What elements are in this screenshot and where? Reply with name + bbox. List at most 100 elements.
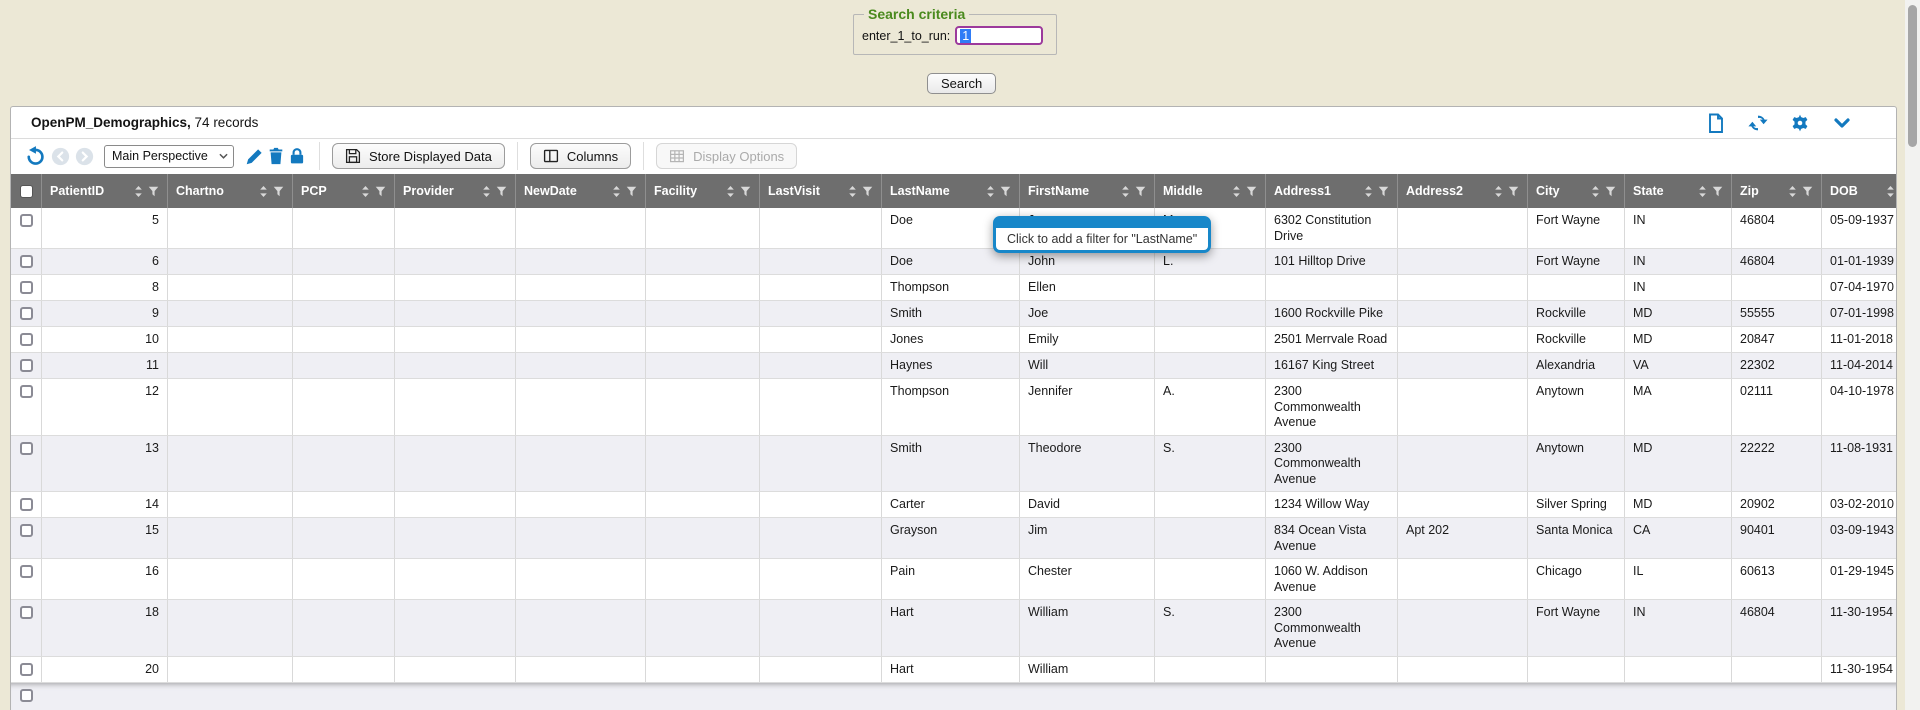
new-document-icon[interactable] (1706, 113, 1726, 133)
filter-icon[interactable] (1378, 186, 1389, 197)
filter-icon[interactable] (1000, 186, 1011, 197)
filter-icon[interactable] (862, 186, 873, 197)
sort-icon[interactable] (259, 186, 268, 197)
sort-icon[interactable] (848, 186, 857, 197)
sort-icon[interactable] (1591, 186, 1600, 197)
column-header-address2[interactable]: Address2 (1398, 174, 1528, 208)
table-row[interactable]: 10JonesEmily2501 Merrvale RoadRockvilleM… (11, 327, 1897, 353)
filter-icon[interactable] (1246, 186, 1257, 197)
table-row[interactable]: 8ThompsonEllenIN07-04-1970 (11, 275, 1897, 301)
column-header-lastname[interactable]: LastName (882, 174, 1020, 208)
sort-icon[interactable] (1364, 186, 1373, 197)
toolbar-separator (517, 142, 518, 170)
cell-zip (1732, 657, 1822, 682)
row-checkbox[interactable] (20, 359, 33, 372)
filter-icon[interactable] (273, 186, 284, 197)
column-header-state[interactable]: State (1625, 174, 1732, 208)
collapse-panel-icon[interactable] (1832, 113, 1852, 133)
sort-icon[interactable] (1788, 186, 1797, 197)
trash-icon[interactable] (265, 146, 286, 167)
filter-icon[interactable] (1712, 186, 1723, 197)
vertical-scrollbar[interactable] (1905, 0, 1920, 710)
column-header-pcp[interactable]: PCP (293, 174, 395, 208)
table-row[interactable]: 14CarterDavid1234 Willow WaySilver Sprin… (11, 492, 1897, 518)
column-header-dob[interactable]: DOB (1822, 174, 1897, 208)
table-row-partial[interactable] (11, 683, 1897, 710)
column-header-middle[interactable]: Middle (1155, 174, 1266, 208)
sort-icon[interactable] (361, 186, 370, 197)
filter-icon[interactable] (626, 186, 637, 197)
next-perspective-icon[interactable] (75, 147, 94, 166)
row-checkbox[interactable] (20, 524, 33, 537)
sort-icon[interactable] (726, 186, 735, 197)
sort-icon[interactable] (986, 186, 995, 197)
previous-perspective-icon[interactable] (51, 147, 70, 166)
row-checkbox[interactable] (20, 565, 33, 578)
select-all-checkbox[interactable] (20, 185, 33, 198)
row-checkbox[interactable] (20, 333, 33, 346)
filter-icon[interactable] (496, 186, 507, 197)
sort-icon[interactable] (482, 186, 491, 197)
scrollbar-thumb[interactable] (1908, 5, 1917, 147)
table-row[interactable]: 16PainChester1060 W. Addison AvenueChica… (11, 559, 1897, 600)
search-input[interactable]: 1 (955, 26, 1043, 45)
row-checkbox[interactable] (20, 498, 33, 511)
column-header-city[interactable]: City (1528, 174, 1625, 208)
filter-icon[interactable] (1605, 186, 1616, 197)
sort-icon[interactable] (1232, 186, 1241, 197)
cell-pcp (293, 327, 395, 352)
row-checkbox[interactable] (20, 385, 33, 398)
sort-icon[interactable] (134, 186, 143, 197)
sort-icon[interactable] (1121, 186, 1130, 197)
cell-provider (395, 301, 516, 326)
filter-icon[interactable] (1135, 186, 1146, 197)
sort-icon[interactable] (1886, 186, 1895, 197)
column-header-chartno[interactable]: Chartno (168, 174, 293, 208)
filter-icon[interactable] (1802, 186, 1813, 197)
column-header-firstname[interactable]: FirstName (1020, 174, 1155, 208)
pencil-icon[interactable] (244, 146, 265, 167)
filter-icon[interactable] (148, 186, 159, 197)
row-checkbox[interactable] (20, 606, 33, 619)
filter-icon[interactable] (375, 186, 386, 197)
table-row[interactable]: 9SmithJoe1600 Rockville PikeRockvilleMD5… (11, 301, 1897, 327)
row-checkbox[interactable] (20, 307, 33, 320)
undo-icon[interactable] (25, 146, 46, 167)
table-row[interactable]: 6DoeJohnL.101 Hilltop DriveFort WayneIN4… (11, 249, 1897, 275)
row-checkbox[interactable] (20, 214, 33, 227)
column-header-patientid[interactable]: PatientID (42, 174, 168, 208)
refresh-icon[interactable] (1748, 113, 1768, 133)
lock-icon[interactable] (286, 146, 307, 167)
column-header-newdate[interactable]: NewDate (516, 174, 646, 208)
filter-icon[interactable] (740, 186, 751, 197)
column-header-zip[interactable]: Zip (1732, 174, 1822, 208)
store-displayed-data-button[interactable]: Store Displayed Data (332, 143, 505, 169)
table-row[interactable]: 15GraysonJim834 Ocean Vista AvenueApt 20… (11, 518, 1897, 559)
table-row[interactable]: 20HartWilliam11-30-1954 (11, 657, 1897, 683)
sort-icon[interactable] (612, 186, 621, 197)
row-checkbox[interactable] (20, 255, 33, 268)
filter-icon[interactable] (1508, 186, 1519, 197)
table-row[interactable]: 5DoeJaneM.6302 Constitution DriveFort Wa… (11, 208, 1897, 249)
column-header-provider[interactable]: Provider (395, 174, 516, 208)
columns-button[interactable]: Columns (530, 143, 631, 169)
cell-lastname: Carter (882, 492, 1020, 517)
table-row[interactable]: 13SmithTheodoreS.2300 Commonwealth Avenu… (11, 436, 1897, 493)
column-header-address1[interactable]: Address1 (1266, 174, 1398, 208)
table-row[interactable]: 11HaynesWill16167 King StreetAlexandriaV… (11, 353, 1897, 379)
column-header-facility[interactable]: Facility (646, 174, 760, 208)
perspective-select[interactable]: Main Perspective (104, 145, 234, 168)
row-checkbox[interactable] (20, 663, 33, 676)
cell-pcp (293, 657, 395, 682)
row-checkbox[interactable] (20, 442, 33, 455)
settings-icon[interactable] (1790, 113, 1810, 133)
row-checkbox[interactable] (20, 281, 33, 294)
search-button[interactable]: Search (927, 73, 996, 94)
row-checkbox[interactable] (20, 689, 33, 702)
sort-icon[interactable] (1698, 186, 1707, 197)
cell-middle (1155, 492, 1266, 517)
column-header-lastvisit[interactable]: LastVisit (760, 174, 882, 208)
sort-icon[interactable] (1494, 186, 1503, 197)
table-row[interactable]: 12ThompsonJenniferA.2300 Commonwealth Av… (11, 379, 1897, 436)
table-row[interactable]: 18HartWilliamS.2300 Commonwealth AvenueF… (11, 600, 1897, 657)
